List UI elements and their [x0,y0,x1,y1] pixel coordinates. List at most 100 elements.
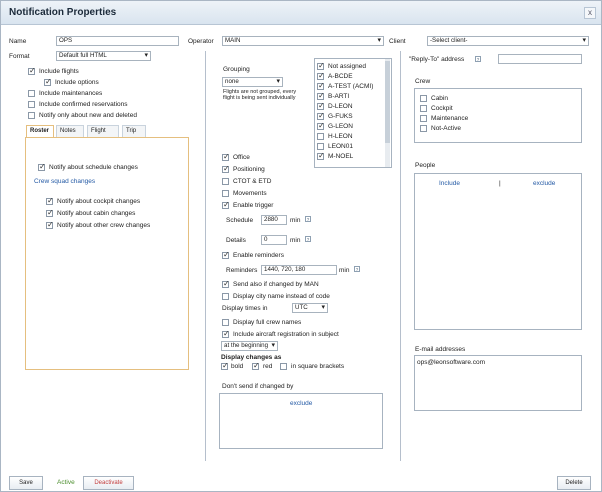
movements-checkbox[interactable] [222,190,229,197]
details-help-icon[interactable]: ? [305,236,311,242]
aircraft-g-leon-label: G-LEON [328,123,353,130]
schedule-help-icon[interactable]: ? [305,216,311,222]
people-label: People [415,162,436,169]
tab-roster[interactable]: Roster [26,125,54,137]
aircraft-h-leon-label: H-LEON [328,133,353,140]
aircraft-not-assigned-checkbox[interactable] [317,61,325,70]
reply-to-help-icon[interactable]: ? [475,56,481,62]
aircraft-b-arti-checkbox[interactable] [317,91,325,100]
send-changed-by-main-checkbox[interactable] [222,279,230,288]
notify-schedule-checkbox[interactable] [38,162,46,171]
tab-flight[interactable]: Flight [87,125,119,137]
crew-maintenance-checkbox[interactable] [420,115,427,122]
include-confirmed-reservations-label: Include confirmed reservations [39,101,128,108]
grouping-note: Flights are not grouped, every flight is… [223,89,297,101]
ctot-etd-checkbox[interactable] [222,178,229,185]
reminders-input[interactable]: 1440, 720, 180 [261,265,337,275]
grouping-select[interactable]: none [222,77,283,87]
tab-notes[interactable]: Notes [56,125,84,137]
people-include-label: Include [439,180,460,187]
aircraft-list [314,58,392,168]
square-brackets-checkbox[interactable] [280,363,287,370]
square-brackets-label: in square brackets [291,363,345,370]
email-textarea[interactable]: ops@leonsoftware.com [414,355,582,411]
dont-send-box: exclude [219,393,383,449]
display-city-checkbox[interactable] [222,293,229,300]
name-input[interactable]: OPS [56,36,179,46]
crew-cabin-label: Cabin [431,95,448,102]
include-maintenances-label: Include maintenances [39,90,103,97]
other-crew-changes-checkbox[interactable] [46,220,54,229]
aircraft-g-fuks-checkbox[interactable] [317,111,325,120]
cockpit-changes-checkbox[interactable] [46,196,54,205]
enable-reminders-checkbox[interactable] [222,250,230,259]
red-checkbox[interactable] [252,361,260,370]
crew-label: Crew [415,78,431,85]
include-options-checkbox[interactable] [44,77,52,86]
delete-button[interactable]: Delete [557,476,591,490]
aircraft-d-leon-label: D-LEON [328,103,353,110]
aircraft-list-scroll-thumb[interactable] [385,61,390,143]
reply-to-input[interactable] [498,54,582,64]
close-icon[interactable]: x [584,7,596,19]
bold-checkbox[interactable] [221,361,229,370]
cockpit-changes-label: Notify about cockpit changes [57,198,141,205]
dont-send-label: Don't send if changed by [222,383,294,390]
aircraft-a-test-checkbox[interactable] [317,81,325,90]
details-label: Details [226,237,246,244]
aircraft-m-noel-label: M-NOEL [328,153,354,160]
display-full-crew-label: Display full crew names [233,319,302,326]
include-flights-checkbox[interactable] [28,66,36,75]
display-full-crew-checkbox[interactable] [222,319,229,326]
client-select[interactable]: -Select client- [427,36,589,46]
include-flights-label: Include flights [39,68,79,75]
aircraft-a-bcde-checkbox[interactable] [317,71,325,80]
registration-position-select[interactable]: at the beginning [221,341,278,351]
send-changed-by-main-label: Send also if changed by MAN [233,281,319,288]
aircraft-h-leon-checkbox[interactable] [317,133,324,140]
crew-not-active-checkbox[interactable] [420,125,427,132]
aircraft-a-test-label: A-TEST (ACMI) [328,83,374,90]
schedule-unit-label: min [290,217,301,224]
include-confirmed-reservations-checkbox[interactable] [28,101,35,108]
deactivate-button[interactable]: Deactivate [83,476,134,490]
crew-box: Cabin Cockpit Maintenance Not-Active [414,88,582,143]
schedule-input[interactable]: 2880 [261,215,287,225]
aircraft-a-bcde-label: A-BCDE [328,73,353,80]
crew-cabin-checkbox[interactable] [420,95,427,102]
aircraft-g-fuks-label: G-FUKS [328,113,353,120]
other-crew-changes-label: Notify about other crew changes [57,222,151,229]
save-button[interactable]: Save [9,476,43,490]
positioning-checkbox[interactable] [222,164,230,173]
enable-trigger-label: Enable trigger [233,202,274,209]
separator-left [205,51,206,461]
include-maintenances-checkbox[interactable] [28,90,35,97]
display-city-label: Display city name instead of code [233,293,330,300]
display-times-select[interactable]: UTC [292,303,328,313]
grouping-label: Grouping [223,66,250,73]
reply-to-label: "Reply-To" address [409,56,465,63]
office-checkbox[interactable] [222,152,230,161]
details-input[interactable]: 0 [261,235,287,245]
office-label: Office [233,154,250,161]
operator-select[interactable]: MAIN [222,36,384,46]
display-changes-label: Display changes as [221,354,282,361]
aircraft-g-leon-checkbox[interactable] [317,121,325,130]
cabin-changes-checkbox[interactable] [46,208,54,217]
aircraft-d-leon-checkbox[interactable] [317,101,325,110]
ctot-etd-label: CTOT & ETD [233,178,272,185]
aircraft-m-noel-checkbox[interactable] [317,151,325,160]
notify-only-new-deleted-checkbox[interactable] [28,112,35,119]
crew-cockpit-checkbox[interactable] [420,105,427,112]
reminders-help-icon[interactable]: ? [354,266,360,272]
enable-trigger-checkbox[interactable] [222,200,230,209]
tab-trip[interactable]: Trip [122,125,146,137]
schedule-label: Schedule [226,217,254,224]
format-select[interactable]: Default full HTML [56,51,151,61]
include-registration-checkbox[interactable] [222,329,230,338]
people-box: Include | exclude [414,173,582,330]
aircraft-leon01-checkbox[interactable] [317,143,324,150]
crew-not-active-label: Not-Active [431,125,461,132]
aircraft-not-assigned-label: Not assigned [328,63,366,70]
crew-cockpit-label: Cockpit [431,105,453,112]
